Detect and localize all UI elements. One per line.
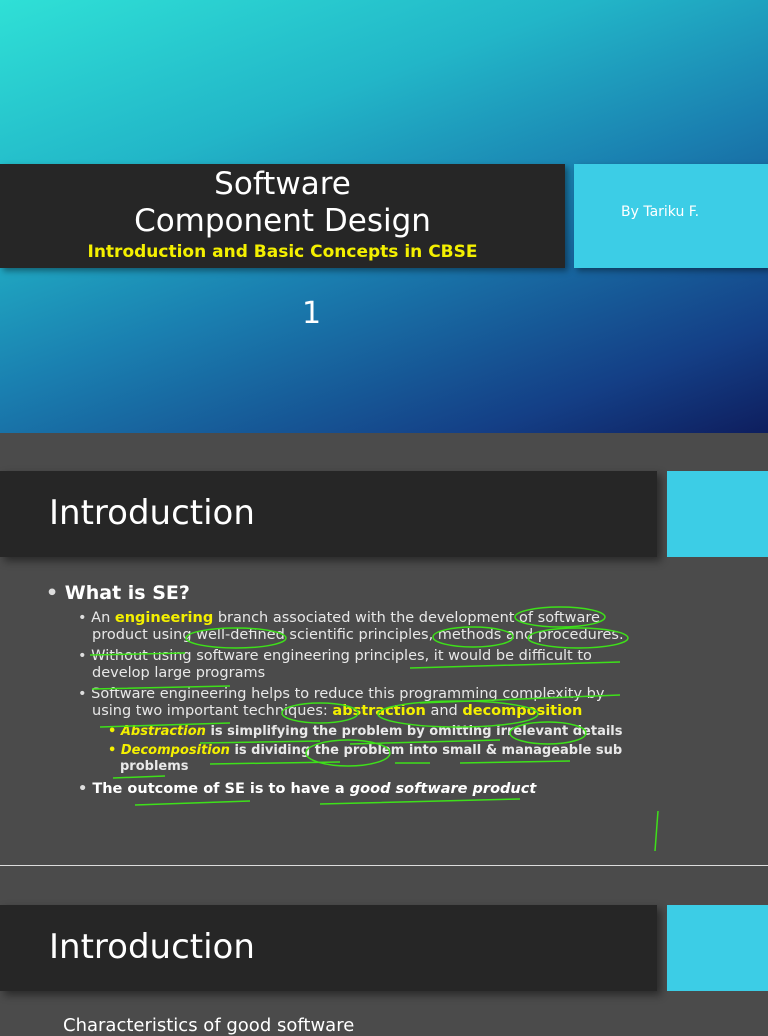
title-bar: Introduction	[0, 471, 657, 557]
slide-title-line2: Component Design	[134, 203, 431, 239]
bullet: • Without using software engineering pri…	[78, 648, 592, 681]
slide-content: • What is SE? • An engineering branch as…	[46, 582, 646, 802]
bullet: • The outcome of SE is to have a good so…	[78, 781, 537, 797]
slide-subtitle: Introduction and Basic Concepts in CBSE	[87, 242, 478, 262]
bullet: • Software engineering helps to reduce t…	[78, 686, 605, 719]
slide-title: Introduction	[49, 927, 255, 967]
sub-bullet: • Abstraction is simplifying the problem…	[108, 724, 623, 739]
title-bar: Software Component Design Introduction a…	[0, 164, 565, 268]
bullet: • An engineering branch associated with …	[78, 610, 624, 643]
slide-title-line1: Software	[214, 166, 351, 202]
accent-box	[667, 471, 768, 557]
title-bar: Introduction	[0, 905, 657, 991]
sub-bullet: • Decomposition is dividing the problem …	[108, 743, 623, 774]
accent-box	[667, 905, 768, 991]
author-box: By Tariku F.	[574, 164, 768, 268]
heading-bullet: • What is SE?	[46, 582, 190, 604]
author: By Tariku F.	[621, 204, 700, 220]
page-number: 1	[302, 296, 322, 331]
slide-introduction-2: Introduction	[0, 866, 768, 1024]
partial-bullet: Characteristics of good software	[63, 1015, 355, 1036]
slide-title: Introduction	[49, 493, 255, 533]
title-slide: Software Component Design Introduction a…	[0, 0, 768, 433]
